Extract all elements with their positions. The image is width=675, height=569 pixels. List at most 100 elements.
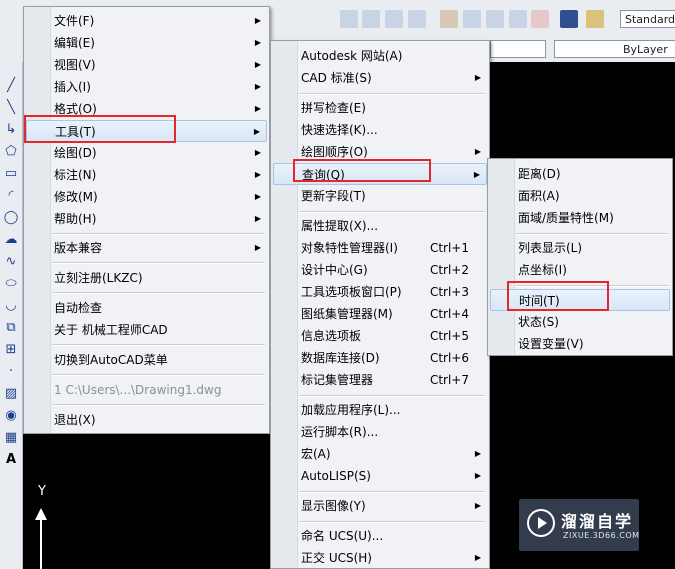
zoom-icon[interactable] (385, 10, 403, 28)
menu-item-mass-properties[interactable]: 面域/质量特性(M) (490, 207, 670, 229)
toolbar-icon[interactable] (509, 10, 527, 28)
menu-item-auto-check[interactable]: 自动检查 (26, 297, 267, 319)
highlight-box-time (507, 281, 609, 311)
submenu-arrow-icon: ▶ (474, 471, 481, 480)
menu-item-file[interactable]: 文件(F) ▶ (26, 10, 267, 32)
toolbar-icon[interactable] (463, 10, 481, 28)
tools-submenu: Autodesk 网站(A) CAD 标准(S) ▶ 拼写检查(E) 快速选择(K… (270, 40, 490, 569)
menu-item-distance[interactable]: 距离(D) (490, 163, 670, 185)
menu-item-exit[interactable]: 退出(X) (26, 409, 267, 431)
menu-item-status[interactable]: 状态(S) (490, 311, 670, 333)
polygon-icon[interactable]: ⬠ (2, 142, 20, 160)
menu-item-modify[interactable]: 修改(M) ▶ (26, 186, 267, 208)
highlight-box-inquiry (293, 159, 431, 182)
toolbar-icon[interactable] (340, 10, 358, 28)
make-block-icon[interactable]: ⊞ (2, 340, 20, 358)
toolbar-icon[interactable] (531, 10, 549, 28)
menu-item-edit[interactable]: 编辑(E) ▶ (26, 32, 267, 54)
ellipse-icon[interactable]: ⬭ (2, 274, 20, 292)
ucs-y-arrow (35, 508, 47, 520)
menu-item-orthographic-ucs[interactable]: 正交 UCS(H) ▶ (273, 547, 487, 569)
menu-item-attribute-extract[interactable]: 属性提取(X)... (273, 215, 487, 237)
help-icon[interactable] (560, 10, 578, 28)
insert-block-icon[interactable]: ⧉ (2, 318, 20, 336)
menu-separator (516, 233, 668, 235)
color-combo[interactable] (490, 40, 546, 58)
rectangle-icon[interactable]: ▭ (2, 164, 20, 182)
text-style-combo[interactable]: Standard (620, 10, 675, 28)
menu-item-load-application[interactable]: 加载应用程序(L)... (273, 399, 487, 421)
menu-item-register[interactable]: 立刻注册(LKZC) (26, 267, 267, 289)
submenu-arrow-icon: ▶ (254, 104, 261, 113)
menu-item-sheet-set-manager[interactable]: 图纸集管理器(M) Ctrl+4 (273, 303, 487, 325)
submenu-arrow-icon: ▶ (474, 147, 481, 156)
watermark-title: 溜溜自学 (561, 512, 634, 531)
menu-item-display-image[interactable]: 显示图像(Y) ▶ (273, 495, 487, 517)
menu-item-dimension[interactable]: 标注(N) ▶ (26, 164, 267, 186)
zoom-icon[interactable] (408, 10, 426, 28)
menu-separator (52, 262, 265, 264)
toolbar-icon[interactable] (486, 10, 504, 28)
submenu-arrow-icon: ▶ (254, 170, 261, 179)
ucs-y-axis (40, 512, 42, 569)
toolbar-icon[interactable] (362, 10, 380, 28)
polyline-icon[interactable]: ↳ (2, 120, 20, 138)
menu-item-run-script[interactable]: 运行脚本(R)... (273, 421, 487, 443)
submenu-arrow-icon: ▶ (254, 243, 261, 252)
ucs-y-label: Y (38, 484, 46, 499)
circle-icon[interactable]: ◯ (2, 208, 20, 226)
ellipse-arc-icon[interactable]: ◡ (2, 296, 20, 314)
menu-item-area[interactable]: 面积(A) (490, 185, 670, 207)
layer-combo[interactable]: ByLayer (554, 40, 675, 58)
draw-toolbar: ╱ ╲ ↳ ⬠ ▭ ◜ ◯ ☁ ∿ ⬭ ◡ ⧉ ⊞ · ▨ ◉ ▦ A (0, 62, 23, 569)
text-style-icon[interactable] (586, 10, 604, 28)
menu-item-spell-check[interactable]: 拼写检查(E) (273, 97, 487, 119)
menu-item-insert[interactable]: 插入(I) ▶ (26, 76, 267, 98)
toolbar-icon[interactable] (440, 10, 458, 28)
menu-item-quick-select[interactable]: 快速选择(K)... (273, 119, 487, 141)
watermark-logo: 溜溜自学 ZIXUE.3D66.COM (519, 499, 639, 551)
revision-cloud-icon[interactable]: ☁ (2, 230, 20, 248)
menu-separator (52, 344, 265, 346)
menu-item-markup-manager[interactable]: 标记集管理器 Ctrl+7 (273, 369, 487, 391)
menu-item-switch-autocad[interactable]: 切换到AutoCAD菜单 (26, 349, 267, 371)
line-icon[interactable]: ╱ (2, 76, 20, 94)
arc-icon[interactable]: ◜ (2, 186, 20, 204)
menu-item-info-palette[interactable]: 信息选项板 Ctrl+5 (273, 325, 487, 347)
menu-item-help[interactable]: 帮助(H) ▶ (26, 208, 267, 230)
menu-item-db-connect[interactable]: 数据库连接(D) Ctrl+6 (273, 347, 487, 369)
menu-separator (299, 93, 485, 95)
menu-item-properties[interactable]: 对象特性管理器(I) Ctrl+1 (273, 237, 487, 259)
menu-item-recent-file[interactable]: 1 C:\Users\...\Drawing1.dwg (26, 379, 267, 401)
menu-item-about[interactable]: 关于 机械工程师CAD (26, 319, 267, 341)
menu-item-set-variable[interactable]: 设置变量(V) (490, 333, 670, 355)
menu-item-named-ucs[interactable]: 命名 UCS(U)... (273, 525, 487, 547)
hatch-icon[interactable]: ▨ (2, 384, 20, 402)
menu-item-cad-standards[interactable]: CAD 标准(S) ▶ (273, 67, 487, 89)
table-icon[interactable]: ▦ (2, 428, 20, 446)
submenu-arrow-icon: ▶ (254, 38, 261, 47)
menu-item-draw[interactable]: 绘图(D) ▶ (26, 142, 267, 164)
menu-item-autolisp[interactable]: AutoLISP(S) ▶ (273, 465, 487, 487)
menu-separator (299, 491, 485, 493)
menu-item-macro[interactable]: 宏(A) ▶ (273, 443, 487, 465)
menu-item-id-point[interactable]: 点坐标(I) (490, 259, 670, 281)
menu-item-design-center[interactable]: 设计中心(G) Ctrl+2 (273, 259, 487, 281)
construction-line-icon[interactable]: ╲ (2, 98, 20, 116)
menu-item-list[interactable]: 列表显示(L) (490, 237, 670, 259)
menu-separator (299, 521, 485, 523)
multiline-text-icon[interactable]: A (2, 450, 20, 468)
menu-item-view[interactable]: 视图(V) ▶ (26, 54, 267, 76)
submenu-arrow-icon: ▶ (254, 82, 261, 91)
submenu-arrow-icon: ▶ (474, 449, 481, 458)
menu-item-tool-palettes[interactable]: 工具选项板窗口(P) Ctrl+3 (273, 281, 487, 303)
spline-icon[interactable]: ∿ (2, 252, 20, 270)
submenu-arrow-icon: ▶ (254, 148, 261, 157)
point-icon[interactable]: · (2, 362, 20, 380)
menu-separator (52, 374, 265, 376)
region-icon[interactable]: ◉ (2, 406, 20, 424)
menu-item-autodesk-website[interactable]: Autodesk 网站(A) (273, 45, 487, 67)
menu-item-version-compat[interactable]: 版本兼容 ▶ (26, 237, 267, 259)
menu-item-update-fields[interactable]: 更新字段(T) (273, 185, 487, 207)
highlight-box-tools (24, 115, 176, 143)
